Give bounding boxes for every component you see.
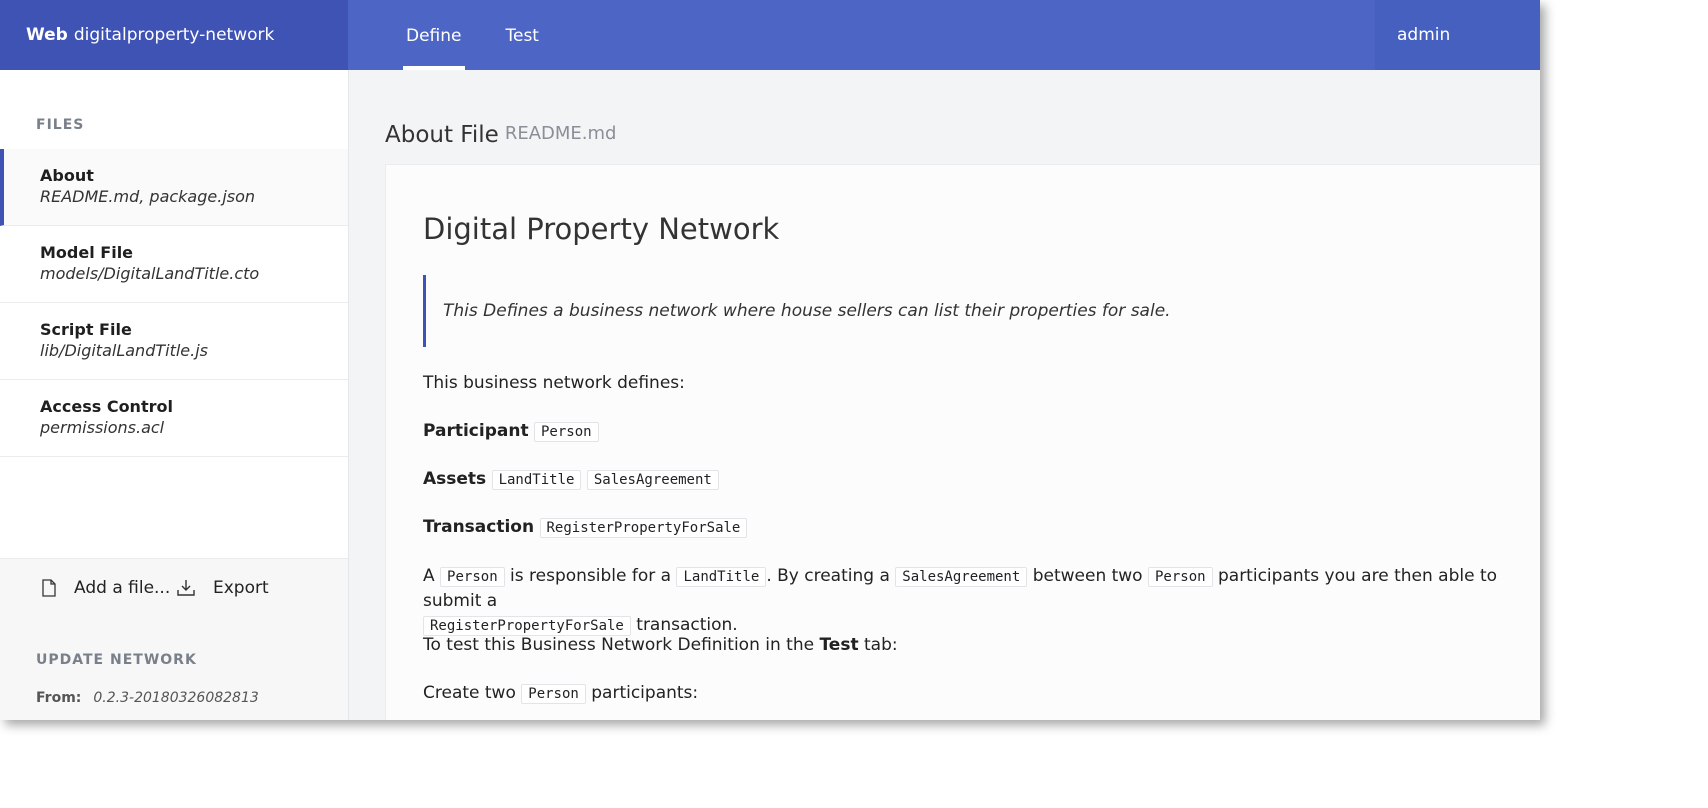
from-label: From: [36, 690, 82, 706]
doc-assets-line: Assets LandTitle SalesAgreement [423, 469, 719, 490]
file-name: Script File [40, 320, 132, 339]
para-code: SalesAgreement [895, 567, 1028, 587]
file-list: About README.md, package.json Model File… [0, 149, 348, 457]
transaction-label: Transaction [423, 517, 535, 537]
test-text: tab: [858, 635, 898, 655]
brand-name: digitalproperty-network [73, 25, 275, 45]
create-code: Person [521, 684, 586, 704]
page-title-file: README.md [504, 123, 617, 144]
main-tabs: Define Test [348, 0, 539, 70]
brand[interactable]: Web digitalproperty-network [0, 0, 348, 70]
top-bar: Web digitalproperty-network Define Test … [0, 0, 1540, 70]
para-code: RegisterPropertyForSale [423, 616, 631, 636]
para-text: . By creating a [766, 566, 896, 586]
from-version: From: 0.2.3-20180326082813 [36, 690, 259, 706]
blockquote-text: This Defines a business network where ho… [443, 301, 1171, 321]
file-path: lib/DigitalLandTitle.js [40, 341, 208, 360]
create-text: Create two [423, 683, 522, 703]
doc-title: Digital Property Network [423, 212, 780, 246]
asset-code: LandTitle [491, 470, 582, 490]
para-text: is responsible for a [504, 566, 677, 586]
file-name: Model File [40, 243, 134, 262]
create-text: participants: [585, 683, 699, 703]
para-code: Person [1148, 567, 1213, 587]
file-item-model[interactable]: Model File models/DigitalLandTitle.cto [0, 226, 348, 303]
asset-code: SalesAgreement [586, 470, 719, 490]
test-text: To test this Business Network Definition… [423, 635, 820, 655]
test-tab-name: Test [819, 635, 859, 655]
doc-participant-line: Participant Person [423, 421, 599, 442]
para-text: transaction. [630, 615, 738, 635]
para-text: A [423, 566, 441, 586]
export-label: Export [213, 578, 269, 598]
para-text: between two [1027, 566, 1148, 586]
page-title: About File README.md [385, 122, 616, 148]
doc-transaction-line: Transaction RegisterPropertyForSale [423, 517, 748, 538]
para-code: Person [440, 567, 505, 587]
doc-intro: This business network defines: [423, 373, 685, 393]
readme-card: Digital Property Network This Defines a … [385, 164, 1540, 720]
download-icon [177, 580, 195, 596]
file-path: permissions.acl [40, 418, 165, 437]
file-path: models/DigitalLandTitle.cto [40, 264, 260, 283]
tab-define[interactable]: Define [403, 0, 464, 70]
file-name: About [40, 166, 94, 185]
add-file-button[interactable]: Add a file... [42, 578, 170, 598]
page-title-text: About File [385, 122, 499, 148]
participant-label: Participant [423, 421, 529, 441]
file-item-about[interactable]: About README.md, package.json [0, 149, 348, 226]
doc-description-paragraph: A Person is responsible for a LandTitle.… [423, 564, 1518, 638]
file-actions: Add a file... Export [0, 558, 348, 639]
user-menu[interactable]: admin [1375, 0, 1540, 70]
brand-prefix: Web [26, 25, 68, 45]
from-value: 0.2.3-20180326082813 [93, 690, 259, 706]
assets-label: Assets [423, 469, 487, 489]
export-button[interactable]: Export [177, 578, 269, 598]
tab-test[interactable]: Test [506, 0, 539, 70]
doc-test-instructions: To test this Business Network Definition… [423, 635, 898, 655]
update-network-section: UPDATE NETWORK From: 0.2.3-20180326082813 [0, 638, 348, 720]
transaction-code: RegisterPropertyForSale [539, 518, 748, 538]
files-section-label: FILES [36, 117, 85, 133]
main-content: About File README.md Digital Property Net… [349, 70, 1540, 720]
file-icon [42, 579, 56, 597]
file-item-access-control[interactable]: Access Control permissions.acl [0, 380, 348, 457]
app-window: Web digitalproperty-network Define Test … [0, 0, 1540, 720]
para-code: LandTitle [676, 567, 767, 587]
add-file-label: Add a file... [74, 578, 171, 598]
participant-code: Person [534, 422, 599, 442]
file-path: README.md, package.json [40, 187, 256, 206]
update-network-label: UPDATE NETWORK [36, 652, 197, 668]
file-name: Access Control [40, 397, 173, 416]
sidebar: FILES About README.md, package.json Mode… [0, 70, 349, 720]
doc-blockquote: This Defines a business network where ho… [423, 275, 1503, 347]
file-item-script[interactable]: Script File lib/DigitalLandTitle.js [0, 303, 348, 380]
doc-create-line: Create two Person participants: [423, 683, 699, 704]
